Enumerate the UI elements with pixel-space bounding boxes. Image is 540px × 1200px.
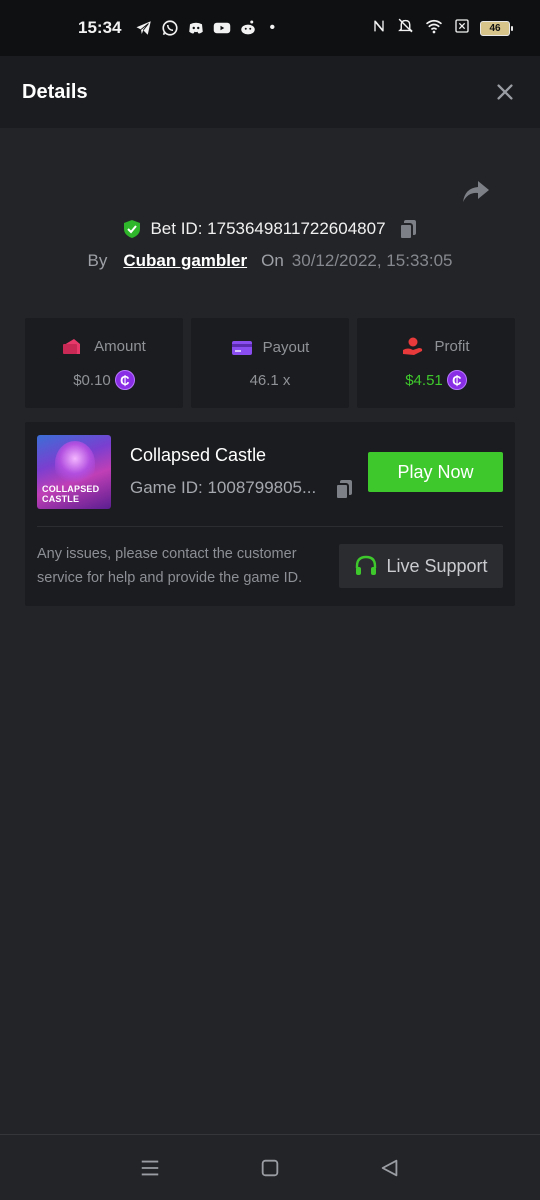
coin-icon: ₵: [114, 370, 135, 390]
headset-icon: [356, 555, 377, 575]
game-card: COLLAPSED CASTLE Collapsed Castle Game I…: [25, 422, 515, 606]
status-dot: •: [269, 19, 276, 36]
thumbnail-title-line2: CASTLE: [42, 494, 80, 504]
stat-payout-value-row: 46.1 x: [250, 372, 291, 389]
payout-card-icon: [231, 340, 252, 355]
game-id: Game ID: 1008799805...: [130, 478, 317, 497]
game-thumbnail[interactable]: COLLAPSED CASTLE: [37, 435, 111, 509]
stat-amount-value: $0.10: [73, 371, 111, 389]
stat-payout: Payout 46.1 x: [191, 318, 349, 408]
user-link[interactable]: Cuban gambler: [123, 251, 247, 271]
support-note: Any issues, please contact the customer …: [37, 546, 303, 586]
bet-meta-row: By Cuban gambler On 30/12/2022, 15:33:05: [0, 248, 540, 274]
copy-game-id-icon[interactable]: [334, 478, 354, 500]
menu-icon: [141, 1160, 159, 1175]
sim-off-icon: [454, 18, 470, 39]
home-button[interactable]: [258, 1156, 282, 1180]
discord-icon: [187, 19, 205, 37]
game-name: Collapsed Castle: [130, 445, 267, 465]
back-triangle-icon: [381, 1159, 398, 1176]
bet-date: 30/12/2022, 15:33:05: [291, 251, 453, 270]
status-right: 46: [371, 17, 513, 40]
bet-id: Bet ID: 1753649811722604807: [150, 219, 386, 238]
stat-payout-header: Payout: [231, 338, 310, 358]
close-icon: [497, 84, 513, 100]
live-support-button[interactable]: Live Support: [339, 544, 503, 588]
stat-profit-value: $4.51: [405, 371, 443, 389]
close-button[interactable]: [492, 79, 518, 105]
stats-row: Amount $0.10 ₵ Payout 46.1 x Profit $4.5…: [25, 318, 515, 408]
stat-amount-label: Amount: [94, 337, 146, 355]
profit-icon: [403, 337, 423, 355]
status-bar: 15:34 • 46: [0, 0, 540, 56]
home-square-icon: [261, 1159, 279, 1176]
copy-bet-id-icon[interactable]: [398, 218, 418, 240]
status-time: 15:34: [78, 18, 122, 37]
whatsapp-icon: [161, 19, 179, 37]
stat-profit-label: Profit: [434, 337, 470, 355]
stat-amount: Amount $0.10 ₵: [25, 318, 183, 408]
verified-shield-icon: [124, 220, 141, 238]
details-header: Details: [0, 56, 540, 128]
thumbnail-title-line1: COLLAPSED: [42, 484, 100, 494]
stat-profit: Profit $4.51 ₵: [357, 318, 515, 408]
wifi-icon: [424, 17, 444, 40]
recents-button[interactable]: [138, 1156, 162, 1180]
stat-payout-label: Payout: [262, 339, 310, 356]
amount-icon: [63, 339, 81, 354]
battery-icon: 46: [480, 20, 513, 36]
share-button[interactable]: [461, 178, 491, 206]
youtube-icon: [213, 19, 231, 37]
stat-amount-value-row: $0.10 ₵: [73, 370, 135, 390]
system-nav-bar: [0, 1134, 540, 1200]
on-label: On: [261, 251, 284, 270]
share-icon: [463, 181, 489, 202]
back-button[interactable]: [378, 1156, 402, 1180]
bet-id-row: Bet ID: 1753649811722604807: [0, 215, 540, 243]
thumbnail-art: [55, 441, 95, 485]
card-divider: [37, 526, 503, 527]
reddit-icon: [239, 19, 257, 37]
telegram-icon: [135, 19, 153, 37]
stat-payout-value: 46.1 x: [249, 371, 291, 389]
bell-off-icon: [397, 17, 414, 39]
live-support-label: Live Support: [386, 555, 488, 576]
coin-icon: ₵: [446, 370, 467, 390]
stat-profit-header: Profit: [402, 336, 470, 356]
stat-amount-header: Amount: [62, 336, 146, 356]
nfc-icon: [371, 18, 387, 39]
play-now-button[interactable]: Play Now: [368, 452, 503, 492]
by-label: By: [87, 251, 108, 270]
page-title: Details: [22, 80, 88, 103]
stat-profit-value-row: $4.51 ₵: [405, 370, 467, 390]
